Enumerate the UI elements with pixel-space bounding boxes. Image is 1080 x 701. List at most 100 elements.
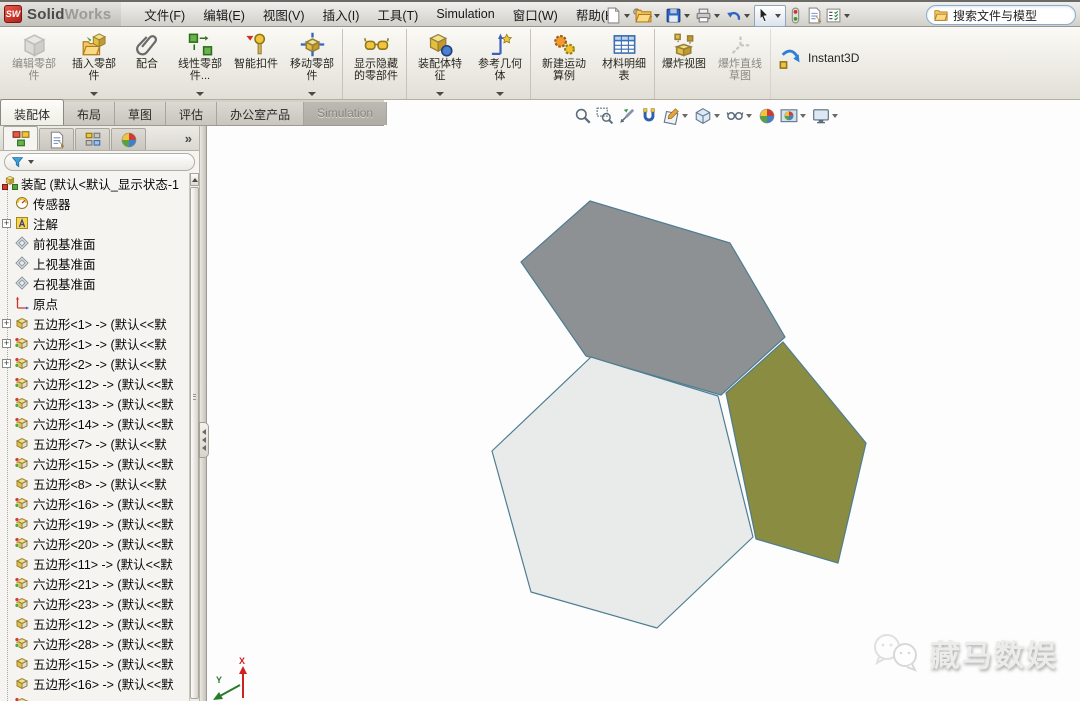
expand-toggle-icon[interactable] (2, 319, 11, 328)
tree-filter[interactable] (4, 153, 195, 171)
displaymanager-tab[interactable] (111, 128, 146, 150)
tree-item[interactable]: 传感器 (0, 193, 189, 213)
view-orientation-button[interactable] (660, 106, 692, 126)
move-component-button[interactable]: 移动零部件 (282, 29, 343, 99)
tree-item[interactable]: 五边形<15> -> (默认<<默 (0, 653, 189, 673)
edit-component-button[interactable]: 编辑零部件 (4, 29, 64, 99)
tree-item[interactable]: 六边形<16> -> (默认<<默 (0, 493, 189, 513)
tree-item[interactable]: 五边形<16> -> (默认<<默 (0, 673, 189, 693)
dropdown-caret-icon[interactable] (744, 14, 750, 18)
scroll-up-arrow[interactable] (190, 173, 199, 186)
configurationmanager-tab[interactable] (75, 128, 110, 150)
show-hidden-components-button[interactable]: 显示隐藏的零部件 (346, 29, 407, 99)
menu-item[interactable]: 窗口(W) (504, 2, 567, 27)
dropdown-caret-icon[interactable] (775, 14, 781, 18)
scrollbar-thumb[interactable] (190, 187, 199, 699)
dropdown-caret-icon[interactable] (832, 114, 838, 118)
dropdown-caret-icon[interactable] (714, 14, 720, 18)
menu-item[interactable]: 插入(I) (314, 2, 369, 27)
tree-item[interactable]: 六边形<12> -> (默认<<默 (0, 373, 189, 393)
panel-scrollbar[interactable] (189, 173, 199, 701)
save-button[interactable] (664, 5, 694, 27)
expand-toggle-icon[interactable] (2, 339, 11, 348)
rebuild-button[interactable] (786, 5, 805, 27)
zoom-to-fit-button[interactable] (572, 106, 594, 126)
tree-item[interactable]: 上视基准面 (0, 253, 189, 273)
tree-item[interactable]: 六边形<23> -> (默认<<默 (0, 593, 189, 613)
tree-item[interactable]: 六边形<1> -> (默认<<默 (0, 333, 189, 353)
search-box[interactable] (926, 5, 1076, 25)
edit-appearance-button[interactable] (756, 106, 778, 126)
tree-item[interactable]: 六边形<19> -> (默认<<默 (0, 513, 189, 533)
tree-root[interactable]: 装配 (默认<默认_显示状态-1 (0, 173, 189, 193)
dropdown-caret-icon[interactable] (196, 92, 204, 96)
tree-item[interactable]: 五边形<8> -> (默认<<默 (0, 473, 189, 493)
mate-button[interactable]: 配合 (124, 29, 170, 99)
options-button[interactable] (824, 5, 854, 27)
new-motion-study-button[interactable]: 新建运动算例 (534, 29, 594, 99)
view-settings-button[interactable] (810, 106, 842, 126)
tree-item[interactable]: 五边形<11> -> (默认<<默 (0, 553, 189, 573)
menu-item[interactable]: 视图(V) (254, 2, 314, 27)
search-input[interactable] (953, 8, 1068, 22)
panel-splitter[interactable] (200, 126, 207, 701)
section-view-button[interactable] (638, 106, 660, 126)
tab-simulation[interactable]: Simulation (304, 102, 387, 125)
expand-toggle-icon[interactable] (2, 219, 11, 228)
hexagon-component-top[interactable] (521, 201, 785, 395)
dropdown-caret-icon[interactable] (308, 92, 316, 96)
expand-toggle-icon[interactable] (2, 359, 11, 368)
panel-collapse-handle[interactable] (199, 422, 209, 458)
dropdown-caret-icon[interactable] (746, 114, 752, 118)
dropdown-caret-icon[interactable] (844, 14, 850, 18)
tree-item[interactable]: 右视基准面 (0, 273, 189, 293)
tree-item[interactable]: 五边形<7> -> (默认<<默 (0, 433, 189, 453)
menu-item[interactable]: 编辑(E) (194, 2, 254, 27)
tree-item[interactable]: 六边形<15> -> (默认<<默 (0, 453, 189, 473)
instant3d-button[interactable]: Instant3D (774, 29, 863, 99)
tree-item[interactable]: 六边形<28> -> (默认<<默 (0, 633, 189, 653)
file-properties-button[interactable] (805, 5, 824, 27)
print-button[interactable] (694, 5, 724, 27)
tab-sketch[interactable]: 草图 (115, 102, 166, 125)
dropdown-caret-icon[interactable] (624, 14, 630, 18)
previous-view-button[interactable] (616, 106, 638, 126)
smart-fasteners-button[interactable]: 智能扣件 (230, 29, 282, 99)
dropdown-caret-icon[interactable] (436, 92, 444, 96)
menu-item[interactable]: 工具(T) (368, 2, 427, 27)
new-document-button[interactable] (604, 5, 634, 27)
apply-scene-button[interactable] (778, 106, 810, 126)
tree-item[interactable] (0, 693, 189, 701)
tree-item[interactable]: 五边形<12> -> (默认<<默 (0, 613, 189, 633)
menu-item[interactable]: Simulation (427, 4, 503, 24)
panel-overflow-chevron[interactable]: » (185, 131, 199, 150)
undo-button[interactable] (724, 5, 754, 27)
dropdown-caret-icon[interactable] (714, 114, 720, 118)
tree-item[interactable]: 五边形<1> -> (默认<<默 (0, 313, 189, 333)
assembly-features-button[interactable]: 装配体特征 (410, 29, 470, 99)
tree-item[interactable]: 六边形<20> -> (默认<<默 (0, 533, 189, 553)
open-button[interactable] (634, 5, 664, 27)
tree-item[interactable]: 原点 (0, 293, 189, 313)
tree-item[interactable]: 六边形<13> -> (默认<<默 (0, 393, 189, 413)
zoom-to-area-button[interactable] (594, 106, 616, 126)
tab-assembly[interactable]: 装配体 (0, 99, 64, 125)
dropdown-caret-icon[interactable] (654, 14, 660, 18)
tab-office-products[interactable]: 办公室产品 (217, 102, 304, 125)
dropdown-caret-icon[interactable] (90, 92, 98, 96)
explode-line-sketch-button[interactable]: 爆炸直线草图 (710, 29, 771, 99)
tab-evaluate[interactable]: 评估 (166, 102, 217, 125)
tree-item[interactable]: 六边形<14> -> (默认<<默 (0, 413, 189, 433)
tree-item[interactable]: 六边形<2> -> (默认<<默 (0, 353, 189, 373)
model-view[interactable]: X Y (200, 100, 1080, 701)
hide-show-items-button[interactable] (724, 106, 756, 126)
menu-item[interactable]: 文件(F) (135, 2, 194, 27)
tree-item[interactable]: 前视基准面 (0, 233, 189, 253)
dropdown-caret-icon[interactable] (800, 114, 806, 118)
bill-of-materials-button[interactable]: 材料明细表 (594, 29, 655, 99)
propertymanager-tab[interactable] (39, 128, 74, 150)
linear-component-pattern-button[interactable]: 线性零部件... (170, 29, 230, 99)
graphics-viewport[interactable]: X Y (200, 100, 1080, 701)
tab-layout[interactable]: 布局 (64, 102, 115, 125)
dropdown-caret-icon[interactable] (682, 114, 688, 118)
